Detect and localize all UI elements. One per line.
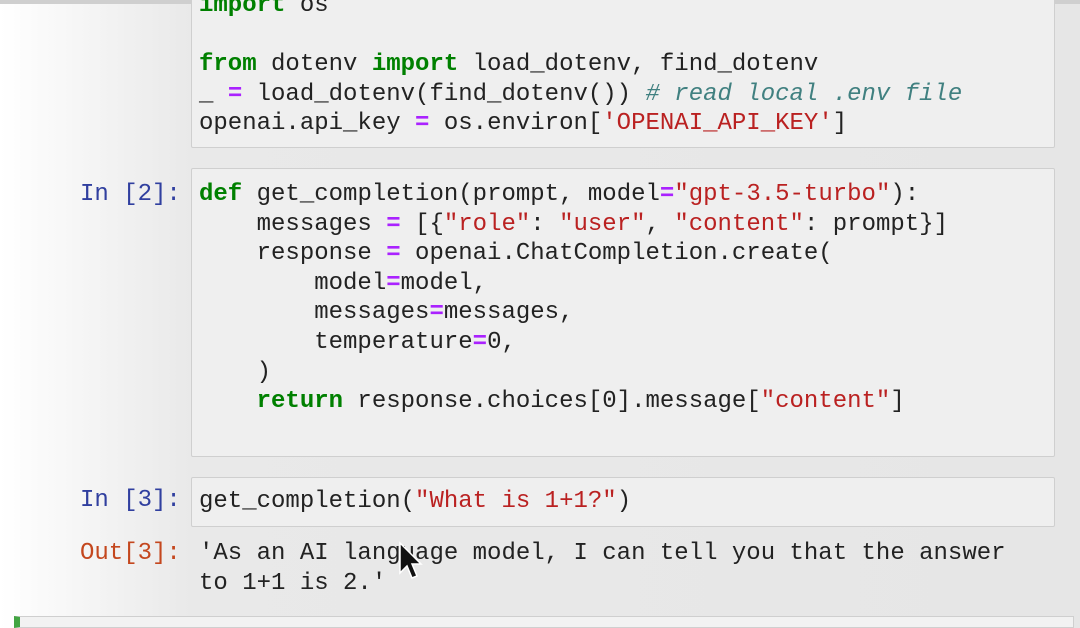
code-token-kw: def [199, 181, 243, 208]
code-token: load_dotenv, find_dotenv [458, 51, 819, 79]
code-token: os.environ[ [429, 110, 603, 138]
code-cell-imports-source[interactable]: import os from dotenv import load_dotenv,… [199, 0, 962, 139]
code-token: get_completion( [199, 488, 416, 515]
code-token: (prompt, model [458, 181, 660, 208]
in-prompt-2: In [2]: [80, 181, 181, 208]
code-line: import os [199, 0, 962, 21]
code-line: model=model, [199, 269, 948, 299]
code-line: def get_completion(prompt, model="gpt-3.… [199, 180, 948, 210]
code-token: response.choices[0].message[ [343, 388, 761, 416]
code-token: model, [400, 269, 488, 297]
code-token-str: "user" [559, 210, 646, 238]
code-cell-call-source[interactable]: get_completion("What is 1+1?") [199, 487, 631, 517]
code-line: temperature=0, [199, 328, 948, 358]
code-token-op: = [386, 269, 401, 297]
code-line: ) [199, 358, 948, 388]
code-token: ) [616, 488, 632, 515]
code-token-cm: # read local .env file [645, 80, 963, 108]
code-token: temperature [199, 328, 473, 356]
code-line: from dotenv import load_dotenv, find_dot… [199, 50, 962, 80]
selected-next-cell[interactable] [14, 616, 1074, 628]
code-token-str: "role" [443, 210, 531, 238]
code-token: ] [832, 110, 848, 138]
code-line: get_completion("What is 1+1?") [199, 487, 631, 517]
code-line: _ = load_dotenv(find_dotenv()) # read lo… [199, 80, 962, 110]
code-token-str: "content" [674, 210, 804, 238]
code-token: ) [199, 358, 272, 386]
code-token: openai.ChatCompletion.create( [400, 240, 833, 268]
code-token-op: = [227, 80, 243, 108]
code-token: ] [890, 388, 905, 416]
mouse-pointer-icon [399, 541, 423, 579]
code-token-kw: import [371, 51, 459, 79]
cell-output-text: 'As an AI language model, I can tell you… [199, 540, 1006, 597]
code-token: _ [199, 80, 228, 108]
code-token: os [285, 0, 329, 19]
in-prompt-3: In [3]: [80, 487, 181, 514]
code-token-str: 'OPENAI_API_KEY' [602, 110, 833, 138]
code-token: [{ [400, 210, 444, 238]
code-token: : prompt}] [803, 210, 948, 238]
code-token: 0, [487, 328, 516, 356]
code-cell-get-completion-source[interactable]: def get_completion(prompt, model="gpt-3.… [199, 180, 948, 417]
code-token-str: "content" [760, 388, 891, 416]
code-token-op: = [415, 110, 430, 138]
code-token-op: = [659, 181, 675, 208]
code-token-op: = [386, 210, 401, 238]
code-line: messages = [{"role": "user", "content": … [199, 210, 948, 240]
code-token: load_dotenv(find_dotenv()) [242, 80, 646, 108]
code-line: response = openai.ChatCompletion.create( [199, 239, 948, 269]
code-line: return response.choices[0].message["cont… [199, 387, 948, 417]
code-token: messages, [443, 299, 574, 327]
code-token: messages [199, 210, 387, 238]
code-token-fn: get_completion [256, 181, 459, 208]
code-line: messages=messages, [199, 298, 948, 328]
out-prompt-3: Out[3]: [80, 540, 181, 567]
code-token: , [645, 210, 675, 238]
code-token-str: "gpt-3.5-turbo" [674, 181, 891, 208]
code-token-str: "What is 1+1?" [415, 488, 617, 515]
code-token: openai.api_key [199, 110, 416, 138]
code-token: dotenv [256, 51, 372, 79]
code-token-kw: from [199, 51, 257, 79]
code-token-kw: return [256, 388, 344, 416]
code-token: messages [199, 299, 430, 327]
code-line: openai.api_key = os.environ['OPENAI_API_… [199, 109, 962, 139]
code-token: ): [890, 181, 920, 208]
code-token-op: = [472, 328, 488, 356]
code-token-kw: import [199, 0, 286, 19]
code-token: : [530, 210, 560, 238]
code-token-op: = [429, 299, 444, 327]
code-token: model [199, 269, 387, 297]
code-token-op: = [386, 240, 401, 268]
code-token: response [199, 240, 387, 268]
